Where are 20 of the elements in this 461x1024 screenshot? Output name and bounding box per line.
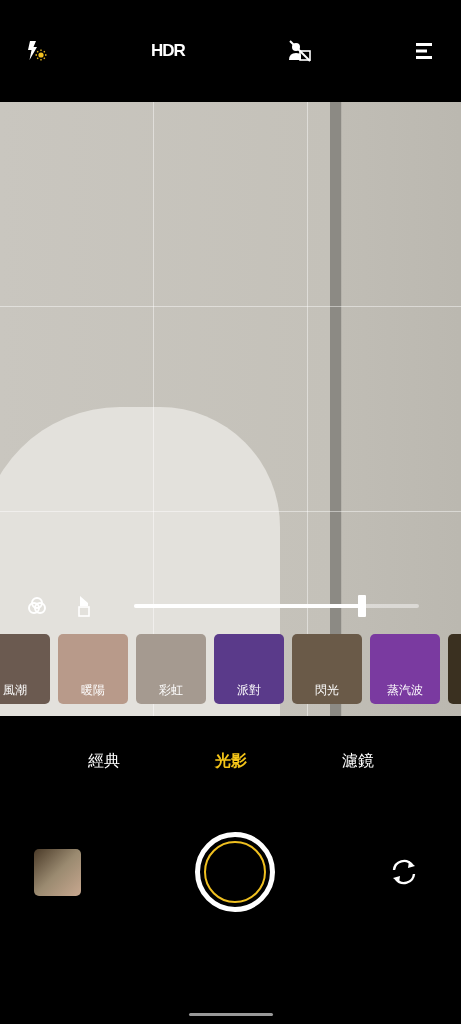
gallery-thumbnail[interactable]	[34, 848, 81, 896]
slider-thumb[interactable]	[358, 595, 366, 617]
hdr-toggle[interactable]: HDR	[151, 41, 185, 61]
portrait-off-icon[interactable]	[287, 40, 312, 62]
filter-thumbnail[interactable]: 蒸汽波	[370, 634, 440, 704]
intensity-slider[interactable]	[134, 595, 419, 617]
filter-label: 彩虹	[159, 682, 183, 699]
filter-label: 蒸汽波	[387, 682, 423, 699]
filter-label: 風潮	[3, 682, 27, 699]
mode-tab[interactable]: 經典	[83, 749, 124, 774]
filter-thumbnail[interactable]: 閃光	[292, 634, 362, 704]
flash-auto-icon[interactable]	[26, 40, 48, 62]
filter-label: 暖陽	[81, 682, 105, 699]
mode-tab[interactable]: 濾鏡	[337, 749, 378, 774]
filter-thumbnail[interactable]: 風潮	[0, 634, 50, 704]
menu-icon[interactable]	[415, 42, 433, 60]
filter-label: 閃光	[315, 682, 339, 699]
filter-label: 派對	[237, 682, 261, 699]
mode-tab[interactable]: 光影	[210, 749, 251, 774]
filter-thumbnail[interactable]: 派對	[214, 634, 284, 704]
